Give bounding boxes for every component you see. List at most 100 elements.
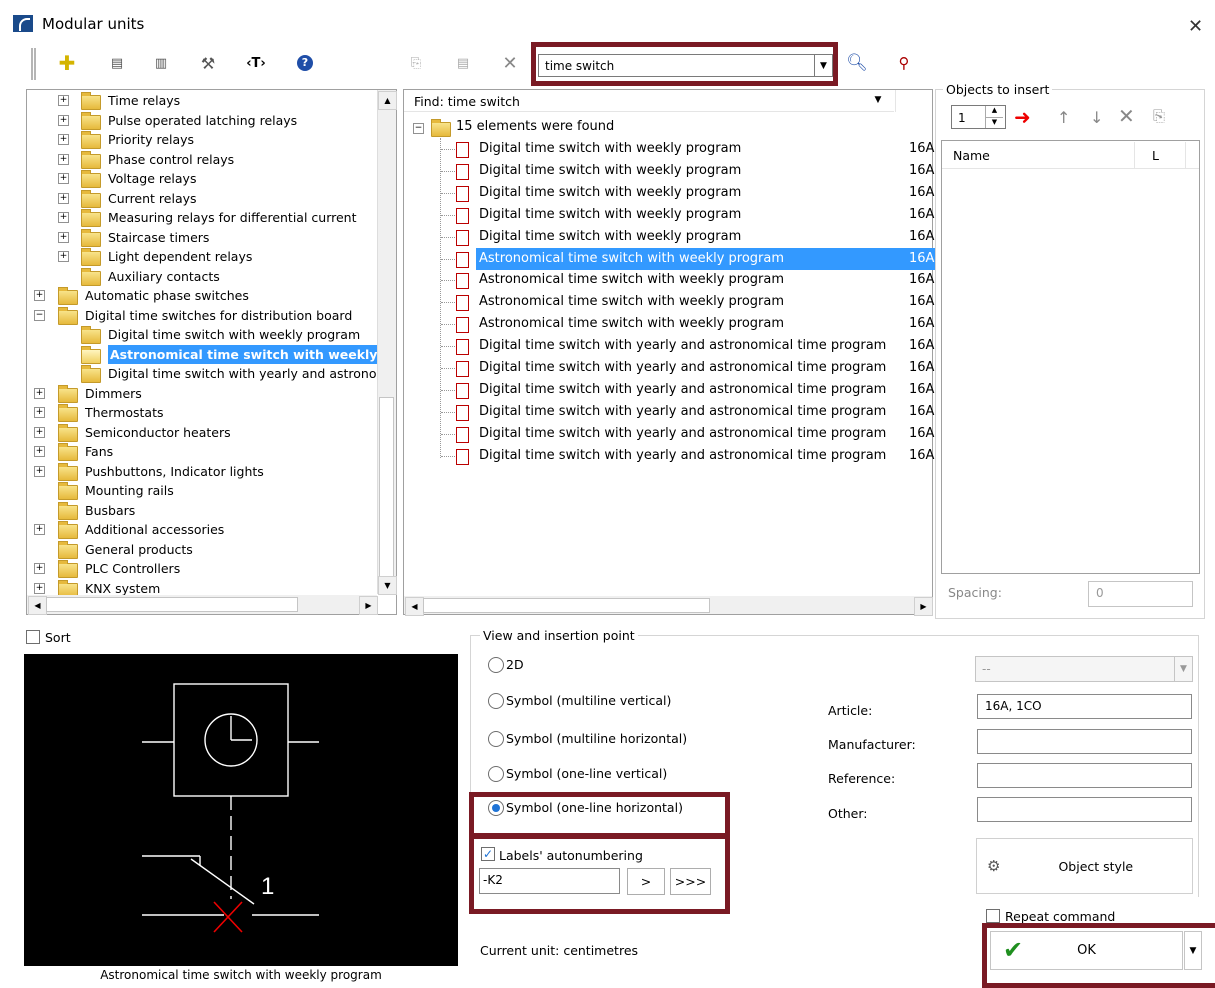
result-row[interactable]: Digital time switch with yearly and astr… (476, 379, 896, 401)
tree-scroll-thumb[interactable] (379, 397, 394, 577)
expand-icon[interactable]: + (58, 95, 69, 106)
tree-item[interactable]: PLC Controllers (85, 559, 180, 578)
tree-item[interactable]: KNX system (85, 579, 160, 596)
find-binoculars-icon[interactable]: ⚲ (893, 52, 915, 74)
expand-icon[interactable]: + (34, 465, 45, 477)
col-name[interactable]: Name (953, 148, 990, 163)
result-row[interactable]: Digital time switch with weekly program (476, 138, 896, 160)
expand-icon[interactable]: + (58, 173, 69, 184)
reference-field[interactable] (977, 763, 1192, 788)
collapse-icon[interactable]: − (413, 123, 424, 134)
add-icon[interactable]: ✚ (56, 51, 78, 75)
tree-item[interactable]: Time relays (108, 91, 180, 110)
move-up-icon[interactable]: ↑ (1057, 108, 1070, 127)
view-radio[interactable] (488, 657, 504, 673)
expand-icon[interactable]: + (58, 251, 69, 262)
autonum-checkbox[interactable]: ✓ (481, 847, 495, 861)
tree-item[interactable]: Voltage relays (108, 169, 196, 188)
autonum-all-button[interactable]: >>> (670, 868, 711, 895)
view-radio[interactable] (488, 731, 504, 747)
tree-item[interactable]: Mounting rails (85, 481, 174, 500)
expand-icon[interactable]: + (34, 387, 45, 399)
tools-icon[interactable]: ⚒ (197, 52, 219, 74)
expand-icon[interactable]: + (58, 192, 69, 204)
tree-item[interactable]: Pushbuttons, Indicator lights (85, 462, 264, 481)
expand-icon[interactable]: + (34, 582, 45, 594)
spacing-field[interactable]: 0 (1088, 581, 1193, 607)
objects-list[interactable] (941, 140, 1200, 574)
tree-item[interactable]: Dimmers (85, 384, 142, 403)
result-row[interactable]: Digital time switch with yearly and astr… (476, 357, 896, 379)
result-row[interactable]: Digital time switch with yearly and astr… (476, 423, 896, 445)
move-down-icon[interactable]: ↓ (1090, 108, 1103, 127)
result-row[interactable]: Astronomical time switch with weekly pro… (476, 269, 896, 291)
expand-icon[interactable]: + (34, 290, 45, 301)
result-row[interactable]: Digital time switch with weekly program (476, 182, 896, 204)
list-icon[interactable]: ▤ (452, 52, 474, 74)
results-scroll-left[interactable]: ◀ (405, 597, 424, 616)
results-hscroll-thumb[interactable] (423, 598, 710, 613)
tree-item[interactable]: Fans (85, 442, 113, 461)
tree-item[interactable]: Priority relays (108, 130, 194, 149)
tree-scroll-down[interactable]: ▼ (378, 576, 397, 595)
search-combo[interactable]: time switch ▼ (538, 54, 833, 77)
spin-up-icon[interactable]: ▲ (985, 106, 1003, 117)
article-field[interactable]: 16A, 1CO (977, 694, 1192, 719)
chevron-down-icon[interactable]: ▼ (814, 55, 832, 76)
copy-object-icon[interactable]: ⎘ (1153, 107, 1165, 125)
tree-item[interactable]: Measuring relays for differential curren… (108, 208, 357, 227)
insert-arrow-icon[interactable]: ➜ (1014, 105, 1031, 129)
expand-icon[interactable]: + (34, 407, 45, 418)
expand-icon[interactable]: + (58, 153, 69, 165)
manufacturer-field[interactable] (977, 729, 1192, 754)
result-row[interactable]: Astronomical time switch with weekly pro… (476, 247, 936, 270)
sort-checkbox[interactable] (26, 630, 40, 644)
view-radio[interactable] (488, 693, 504, 709)
result-row[interactable]: Digital time switch with yearly and astr… (476, 335, 896, 357)
view-radio[interactable] (488, 766, 504, 782)
other-field[interactable] (977, 797, 1192, 822)
expand-icon[interactable]: + (34, 446, 45, 457)
tree-item[interactable]: Light dependent relays (108, 247, 252, 266)
col-l[interactable]: L (1152, 148, 1159, 163)
tree-item[interactable]: Digital time switch with weekly program (108, 325, 360, 344)
ok-button[interactable]: ✔ OK (990, 931, 1183, 970)
autonum-field[interactable]: -K2 (479, 868, 620, 894)
tree-item[interactable]: Digital time switch with yearly and astr… (108, 364, 377, 383)
result-row[interactable]: Digital time switch with weekly program (476, 226, 896, 248)
result-row[interactable]: Digital time switch with weekly program (476, 160, 896, 182)
tree-item[interactable]: Additional accessories (85, 520, 224, 539)
result-row[interactable]: Digital time switch with yearly and astr… (476, 401, 896, 423)
view-dropdown[interactable]: -- ▼ (975, 656, 1193, 682)
delete-icon[interactable]: ✕ (499, 52, 521, 74)
spin-down-icon[interactable]: ▼ (985, 117, 1003, 128)
expand-icon[interactable]: + (34, 524, 45, 535)
result-row[interactable]: Astronomical time switch with weekly pro… (476, 313, 896, 335)
expand-icon[interactable]: + (58, 212, 69, 223)
result-row[interactable]: Astronomical time switch with weekly pro… (476, 291, 896, 313)
tree-item[interactable]: Digital time switches for distribution b… (85, 306, 352, 325)
object-style-button[interactable]: ⚙ Object style (976, 838, 1193, 894)
results-header-dropdown[interactable]: ▼ (867, 92, 889, 109)
text-tag-icon[interactable]: ‹T› (245, 52, 267, 74)
properties-icon[interactable]: ▤ (106, 52, 128, 74)
tree-item[interactable]: Phase control relays (108, 150, 234, 169)
chevron-down-icon[interactable]: ▼ (1174, 657, 1192, 681)
search-input[interactable]: time switch (545, 59, 614, 73)
tree-scroll-right[interactable]: ▶ (359, 596, 378, 615)
expand-icon[interactable]: + (34, 426, 45, 438)
tree-item[interactable]: Staircase timers (108, 228, 209, 247)
tree-item[interactable]: Semiconductor heaters (85, 423, 231, 442)
expand-icon[interactable]: − (34, 309, 45, 321)
tree-item[interactable]: General products (85, 540, 193, 559)
autonum-next-button[interactable]: > (627, 868, 665, 895)
tree-item[interactable]: Current relays (108, 189, 197, 208)
search-icon[interactable]: 🔍︎ (846, 52, 868, 74)
tree-item[interactable]: Busbars (85, 501, 135, 520)
result-row[interactable]: Digital time switch with weekly program (476, 204, 896, 226)
ok-dropdown-button[interactable]: ▼ (1184, 931, 1202, 970)
help-icon[interactable]: ? (294, 52, 316, 74)
tree-item[interactable]: Thermostats (85, 403, 163, 422)
tree-item[interactable]: Astronomical time switch with weekly pr (108, 344, 377, 364)
expand-icon[interactable]: + (34, 563, 45, 574)
